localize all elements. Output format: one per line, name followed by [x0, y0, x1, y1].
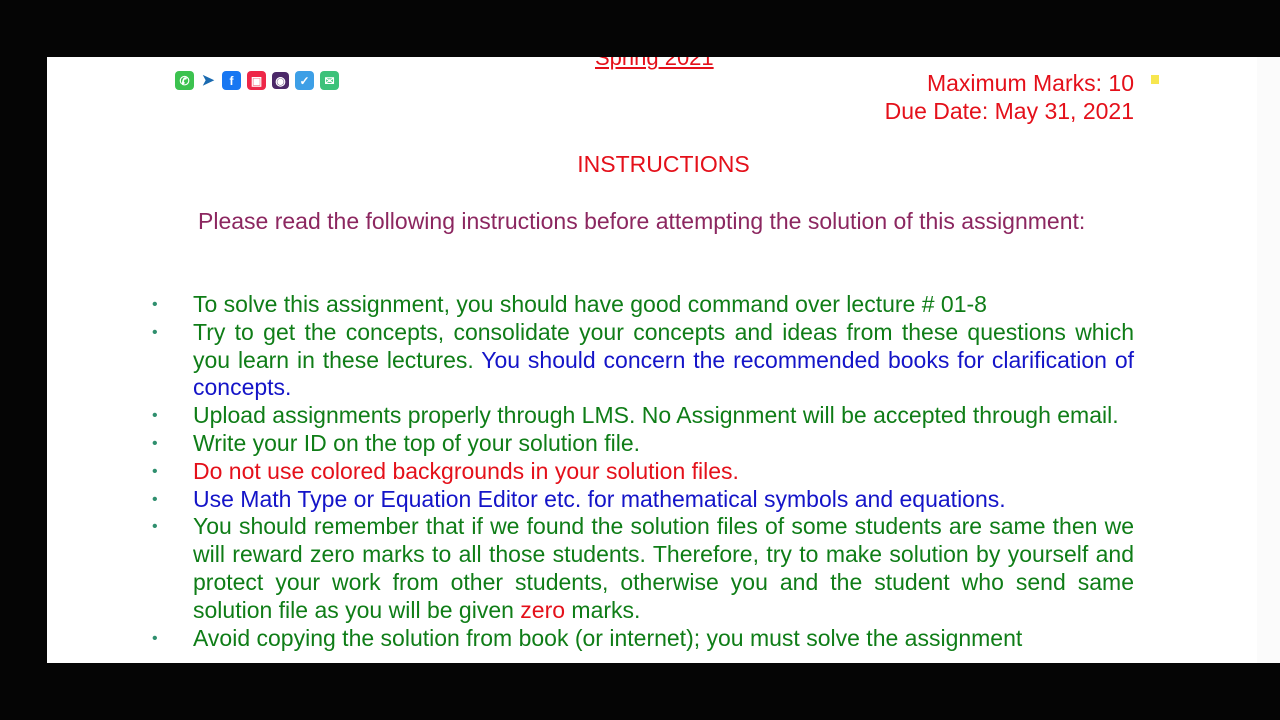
instruction-item: • To solve this assignment, you should ha… [152, 291, 1134, 319]
instruction-item: • Upload assignments properly through LMS… [152, 402, 1134, 430]
semester-title: Spring 2021 [595, 57, 714, 70]
instruction-text: Avoid copying the solution from book (or… [193, 624, 1023, 651]
instructions-list: • To solve this assignment, you should ha… [152, 291, 1134, 653]
token-icon[interactable]: ◉ [272, 72, 289, 89]
instruction-item: • Avoid copying the solution from book (o… [152, 624, 1134, 653]
instruction-item: • Try to get the concepts, consolidate yo… [152, 319, 1134, 402]
telenor-icon[interactable]: ➤ [200, 71, 216, 90]
bullet-icon: • [152, 296, 158, 313]
bullet-icon: • [152, 462, 158, 480]
instruction-item: • Write your ID on the top of your soluti… [152, 429, 1134, 458]
bullet-icon: • [152, 323, 158, 341]
bullet-icon: • [152, 518, 158, 536]
instruction-item: • Do not use colored backgrounds in your … [152, 457, 1134, 486]
screen-recorder-icon[interactable]: ▣ [247, 71, 266, 90]
facebook-icon[interactable]: f [222, 71, 241, 90]
instruction-text: zero [520, 596, 566, 623]
instruction-text: You should remember that if we found the… [193, 513, 1134, 623]
bullet-icon: • [152, 629, 158, 647]
shield-icon[interactable]: ✓ [295, 71, 314, 90]
instruction-text: Write your ID on the top of your solutio… [193, 429, 641, 456]
instruction-item: • Use Math Type or Equation Editor etc. f… [152, 485, 1134, 514]
whatsapp-icon[interactable]: ✆ [175, 71, 194, 90]
instruction-text: Upload assignments properly through LMS.… [193, 402, 1119, 429]
instruction-text: Use Math Type or Equation Editor etc. fo… [193, 485, 1006, 512]
instructions-heading: INSTRUCTIONS [577, 151, 750, 177]
instruction-text: To solve this assignment, you should hav… [193, 291, 987, 317]
bullet-icon: • [152, 490, 158, 508]
instruction-item: • You should remember that if we found th… [152, 513, 1134, 624]
max-marks: Maximum Marks: 10 [926, 70, 1134, 96]
due-date: Due Date: May 31, 2021 [884, 98, 1134, 124]
document-page: ✆ ➤ f ▣ ◉ ✓ ✉ Spring 2021 Maximum Marks: 10 Du… [47, 57, 1280, 663]
marks-block: Maximum Marks: 10 Due Date: May 31, 2021 [885, 69, 1134, 125]
share-icons-bar: ✆ ➤ f ▣ ◉ ✓ ✉ [175, 71, 339, 90]
bullet-icon: • [152, 434, 158, 452]
page-edge [1257, 57, 1280, 663]
bullet-icon: • [152, 407, 158, 425]
mail-icon[interactable]: ✉ [320, 71, 339, 90]
instruction-text: Do not use colored backgrounds in your s… [193, 457, 739, 484]
sticky-note-icon [1151, 75, 1159, 84]
instruction-text: marks. [565, 596, 641, 623]
intro-text: Please read the following instructions b… [198, 208, 1086, 234]
